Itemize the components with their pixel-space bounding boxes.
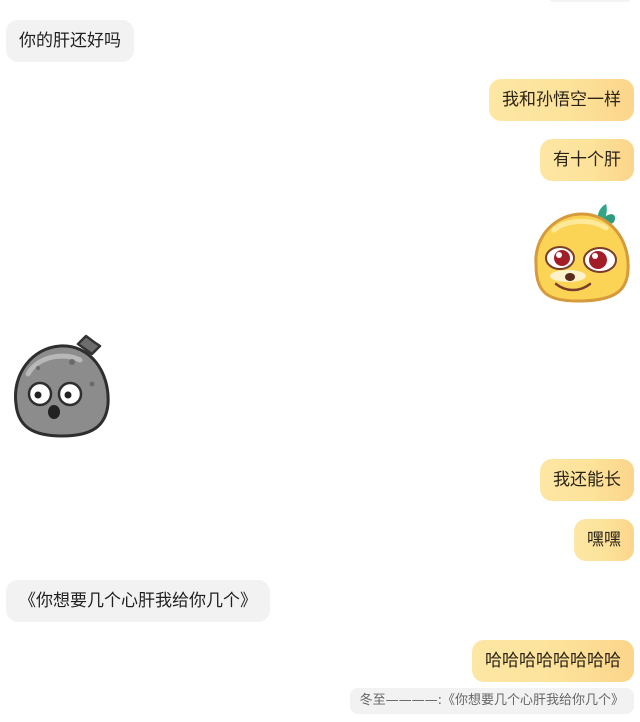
yellow-blob-sticker[interactable] [526,200,636,306]
outgoing-message[interactable]: 嘿嘿 [574,519,634,561]
open-mouth [48,405,60,419]
outgoing-message[interactable]: 哈哈哈哈哈哈哈哈 [472,640,634,682]
grey-stone-sticker[interactable] [8,332,114,440]
nose [565,273,575,281]
outgoing-message[interactable]: 我和孙悟空一样 [489,79,634,121]
incoming-message[interactable]: 《你想要几个心肝我给你几个》 [6,580,270,622]
outgoing-message[interactable]: 我还能长 [540,459,634,501]
previous-message-edge [548,0,632,2]
incoming-message[interactable]: 你的肝还好吗 [6,20,134,62]
right-pupil [589,251,607,269]
reply-quote[interactable]: 冬至————:《你想要几个心肝我给你几个》 [349,688,634,714]
outgoing-message[interactable]: 有十个肝 [540,139,634,181]
left-pupil [554,250,570,266]
